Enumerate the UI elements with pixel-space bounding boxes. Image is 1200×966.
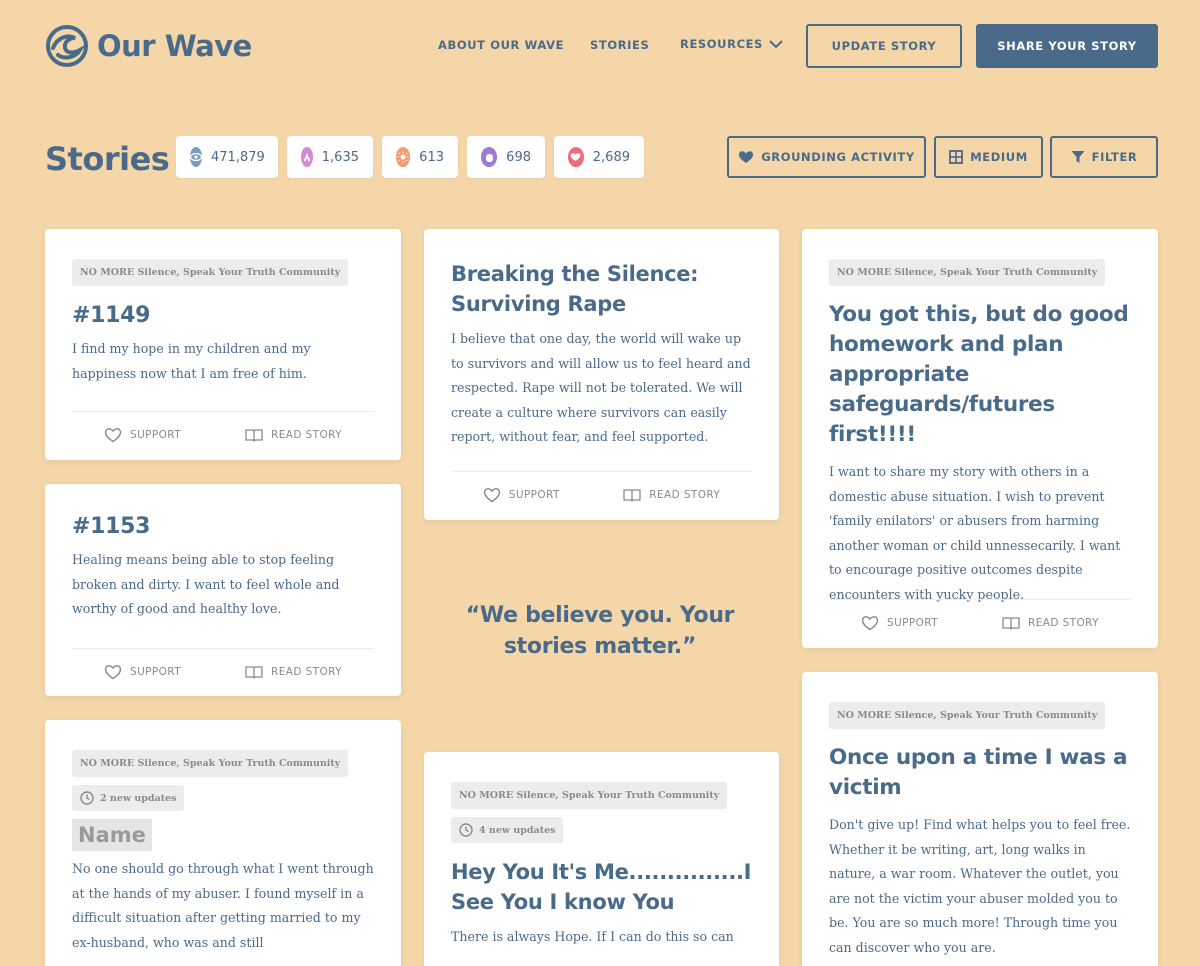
updates-badge: 2 new updates xyxy=(72,785,185,811)
updates-label: 4 new updates xyxy=(479,824,556,836)
story-title[interactable]: Name xyxy=(72,819,152,851)
stat-sun: 613 xyxy=(382,136,458,178)
hands-icon xyxy=(301,147,313,167)
story-excerpt: Healing means being able to stop feeling… xyxy=(72,552,340,617)
support-button[interactable]: SUPPORT xyxy=(104,427,181,443)
filter-icon xyxy=(1071,151,1085,163)
card-size-label: MEDIUM xyxy=(970,150,1028,164)
story-excerpt: Don't give up! Find what helps you to fe… xyxy=(829,817,1131,955)
nav-resources-label: RESOURCES xyxy=(680,37,763,51)
filter-button[interactable]: FILTER xyxy=(1050,136,1158,178)
stat-value: 1,635 xyxy=(321,149,359,165)
story-card[interactable]: NO MORE Silence, Speak Your Truth Commun… xyxy=(802,229,1158,648)
story-title[interactable]: Hey You It's Me...............I See You … xyxy=(451,857,752,917)
support-button[interactable]: SUPPORT xyxy=(861,615,938,631)
card-actions: SUPPORT READ STORY xyxy=(451,471,752,517)
read-story-label: READ STORY xyxy=(649,488,721,501)
eye-icon xyxy=(190,147,202,167)
story-card[interactable]: Breaking the Silence: Surviving Rape I b… xyxy=(424,229,779,520)
quote-banner: “We believe you. Your stories matter.” xyxy=(465,603,735,659)
nav-resources[interactable]: RESOURCES xyxy=(680,37,783,51)
community-tag[interactable]: NO MORE Silence, Speak Your Truth Commun… xyxy=(72,750,349,777)
share-story-button[interactable]: SHARE YOUR STORY xyxy=(976,24,1158,68)
sun-icon xyxy=(396,147,411,167)
story-card[interactable]: NO MORE Silence, Speak Your Truth Commun… xyxy=(802,672,1158,966)
story-title[interactable]: #1153 xyxy=(72,514,374,539)
support-button[interactable]: SUPPORT xyxy=(104,664,181,680)
story-card[interactable]: NO MORE Silence, Speak Your Truth Commun… xyxy=(45,720,401,966)
community-tag[interactable]: NO MORE Silence, Speak Your Truth Commun… xyxy=(72,259,349,286)
story-title[interactable]: Breaking the Silence: Surviving Rape xyxy=(451,259,752,319)
story-card[interactable]: NO MORE Silence, Speak Your Truth Commun… xyxy=(424,752,779,966)
heart-outline-icon xyxy=(104,664,122,679)
heart-outline-icon xyxy=(861,615,879,630)
book-icon xyxy=(245,428,263,442)
updates-label: 2 new updates xyxy=(100,792,177,804)
card-actions: SUPPORT READ STORY xyxy=(72,648,374,694)
grid-icon xyxy=(949,150,964,164)
page-title: Stories xyxy=(45,140,170,178)
community-tag[interactable]: NO MORE Silence, Speak Your Truth Commun… xyxy=(451,782,728,809)
chevron-down-icon xyxy=(769,39,783,48)
support-label: SUPPORT xyxy=(130,428,182,441)
stat-value: 471,879 xyxy=(211,149,265,165)
community-tag[interactable]: NO MORE Silence, Speak Your Truth Commun… xyxy=(829,259,1106,286)
support-label: SUPPORT xyxy=(130,665,182,678)
read-story-button[interactable]: READ STORY xyxy=(245,428,342,442)
stat-views: 471,879 xyxy=(176,136,278,178)
story-excerpt: I find my hope in my children and my hap… xyxy=(72,341,311,381)
story-title[interactable]: Once upon a time I was a victim xyxy=(829,743,1131,803)
stat-value: 698 xyxy=(506,149,531,165)
grounding-activity-label: GROUNDING ACTIVITY xyxy=(761,150,915,164)
clock-icon xyxy=(80,791,94,805)
story-card[interactable]: #1153 Healing means being able to stop f… xyxy=(45,484,401,696)
stat-hand: 698 xyxy=(467,136,545,178)
support-label: SUPPORT xyxy=(508,488,560,501)
support-label: SUPPORT xyxy=(887,616,939,629)
read-story-button[interactable]: READ STORY xyxy=(245,665,342,679)
card-actions: SUPPORT READ STORY xyxy=(829,599,1131,645)
stat-value: 613 xyxy=(419,149,444,165)
heart-outline-icon xyxy=(483,487,500,502)
read-story-button[interactable]: READ STORY xyxy=(623,488,720,502)
book-icon xyxy=(1002,616,1020,630)
card-actions: SUPPORT READ STORY xyxy=(72,411,374,457)
read-story-label: READ STORY xyxy=(1028,616,1099,629)
community-tag[interactable]: NO MORE Silence, Speak Your Truth Commun… xyxy=(829,702,1106,729)
hand-icon xyxy=(481,147,498,167)
read-story-label: READ STORY xyxy=(271,665,342,678)
heart-icon xyxy=(739,151,754,163)
filter-label: FILTER xyxy=(1091,150,1138,164)
stat-value: 2,689 xyxy=(592,149,630,165)
story-excerpt: I want to share my story with others in … xyxy=(829,464,1121,602)
brand-name: Our Wave xyxy=(97,29,252,63)
stat-prayers: 1,635 xyxy=(287,136,373,178)
clock-icon xyxy=(459,823,473,837)
grounding-activity-button[interactable]: GROUNDING ACTIVITY xyxy=(727,136,926,178)
logo[interactable]: Our Wave xyxy=(45,24,252,68)
story-excerpt: I believe that one day, the world will w… xyxy=(451,331,751,445)
story-title[interactable]: #1149 xyxy=(72,303,374,328)
card-size-button[interactable]: MEDIUM xyxy=(934,136,1043,178)
support-button[interactable]: SUPPORT xyxy=(483,487,560,503)
nav-stories[interactable]: STORIES xyxy=(590,38,649,52)
read-story-label: READ STORY xyxy=(271,428,342,441)
read-story-button[interactable]: READ STORY xyxy=(1002,616,1099,630)
story-title[interactable]: You got this, but do good homework and p… xyxy=(829,300,1131,450)
heart-icon xyxy=(568,147,584,167)
story-card[interactable]: NO MORE Silence, Speak Your Truth Commun… xyxy=(45,229,401,460)
story-excerpt: No one should go through what I went thr… xyxy=(72,861,374,950)
story-excerpt: There is always Hope. If I can do this s… xyxy=(451,929,734,944)
book-icon xyxy=(623,488,641,502)
nav-about[interactable]: ABOUT OUR WAVE xyxy=(438,38,564,52)
update-story-button[interactable]: UPDATE STORY xyxy=(806,24,962,68)
updates-badge: 4 new updates xyxy=(451,817,564,843)
book-icon xyxy=(245,665,263,679)
heart-outline-icon xyxy=(104,427,122,442)
stat-hearts: 2,689 xyxy=(554,136,644,178)
wave-logo-icon xyxy=(46,25,88,67)
